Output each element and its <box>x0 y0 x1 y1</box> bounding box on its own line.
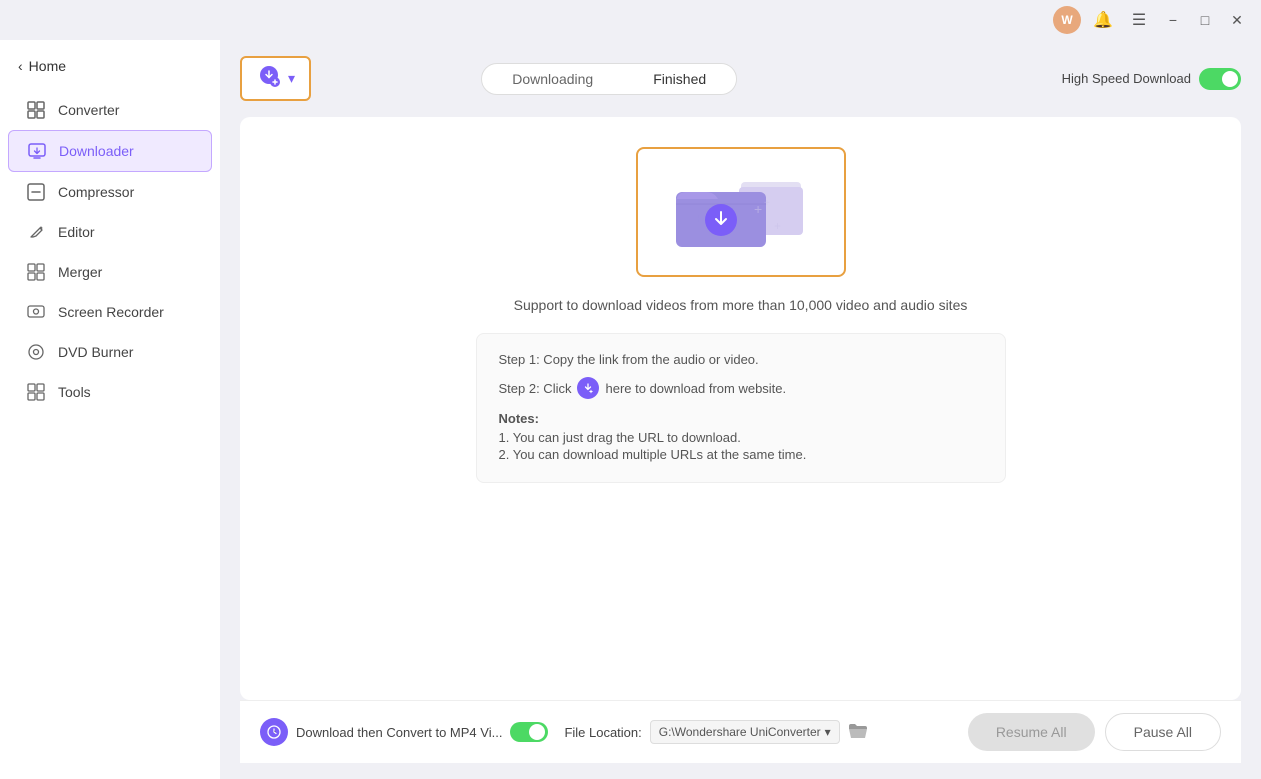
speed-toggle-area: High Speed Download <box>1062 68 1241 90</box>
tools-icon <box>26 382 46 402</box>
note2: 2. You can download multiple URLs at the… <box>499 447 983 462</box>
file-path-chevron: ▾ <box>825 725 831 739</box>
pause-all-button[interactable]: Pause All <box>1105 713 1221 751</box>
menu-icon[interactable]: ☰ <box>1125 6 1153 34</box>
tab-finished[interactable]: Finished <box>623 64 736 94</box>
sidebar-item-dvd-burner[interactable]: DVD Burner <box>8 332 212 372</box>
step1-text: Step 1: Copy the link from the audio or … <box>499 352 759 367</box>
convert-text: Download then Convert to MP4 Vi... <box>296 725 502 740</box>
add-download-button[interactable]: ▾ <box>240 56 311 101</box>
content-card: + + + + Support to download videos from … <box>240 117 1241 700</box>
sidebar: ‹ Home Converter Down <box>0 40 220 779</box>
note1: 1. You can just drag the URL to download… <box>499 430 983 445</box>
close-button[interactable]: ✕ <box>1225 8 1249 32</box>
converter-icon <box>26 100 46 120</box>
sidebar-back-button[interactable]: ‹ Home <box>0 50 220 82</box>
titlebar: W 🔔 ☰ − □ ✕ <box>0 0 1261 40</box>
user-avatar[interactable]: W <box>1053 6 1081 34</box>
tab-downloading[interactable]: Downloading <box>482 64 623 94</box>
add-button-dropdown-arrow: ▾ <box>288 70 295 87</box>
step2-inline-icon <box>577 377 599 399</box>
sidebar-item-tools[interactable]: Tools <box>8 372 212 412</box>
speed-toggle-switch[interactable] <box>1199 68 1241 90</box>
sidebar-item-downloader[interactable]: Downloader <box>8 130 212 172</box>
screen-recorder-icon <box>26 302 46 322</box>
sidebar-item-screen-recorder[interactable]: Screen Recorder <box>8 292 212 332</box>
back-icon: ‹ <box>18 58 23 74</box>
home-label: Home <box>29 58 66 74</box>
bottom-bar: Download then Convert to MP4 Vi... File … <box>240 700 1241 763</box>
file-path-text: G:\Wondershare UniConverter <box>659 725 821 739</box>
sidebar-item-editor[interactable]: Editor <box>8 212 212 252</box>
compressor-label: Compressor <box>58 184 134 200</box>
converter-label: Converter <box>58 102 119 118</box>
convert-clock-icon <box>260 718 288 746</box>
resume-all-button[interactable]: Resume All <box>968 713 1095 751</box>
merger-icon <box>26 262 46 282</box>
convert-option: Download then Convert to MP4 Vi... <box>260 718 548 746</box>
downloader-label: Downloader <box>59 143 134 159</box>
notes-section: Notes: 1. You can just drag the URL to d… <box>499 411 983 462</box>
bell-icon[interactable]: 🔔 <box>1089 6 1117 34</box>
screen-recorder-label: Screen Recorder <box>58 304 164 320</box>
steps-box: Step 1: Copy the link from the audio or … <box>476 333 1006 483</box>
step2-suffix: here to download from website. <box>605 381 786 396</box>
folder-illustration: + + + + <box>636 147 846 277</box>
action-buttons: Resume All Pause All <box>968 713 1221 751</box>
file-location-label: File Location: <box>564 725 641 740</box>
merger-label: Merger <box>58 264 102 280</box>
minimize-button[interactable]: − <box>1161 8 1185 32</box>
file-path-select[interactable]: G:\Wondershare UniConverter ▾ <box>650 720 840 744</box>
dvd-burner-icon <box>26 342 46 362</box>
file-location-area: File Location: G:\Wondershare UniConvert… <box>564 720 867 744</box>
editor-icon <box>26 222 46 242</box>
editor-label: Editor <box>58 224 95 240</box>
support-text: Support to download videos from more tha… <box>514 297 968 313</box>
sidebar-item-compressor[interactable]: Compressor <box>8 172 212 212</box>
tools-label: Tools <box>58 384 91 400</box>
svg-text:+: + <box>764 198 770 209</box>
tab-group: Downloading Finished <box>481 63 737 95</box>
convert-toggle-switch[interactable] <box>510 722 548 742</box>
step1-line: Step 1: Copy the link from the audio or … <box>499 352 983 367</box>
compressor-icon <box>26 182 46 202</box>
app-body: ‹ Home Converter Down <box>0 40 1261 779</box>
main-content: ▾ Downloading Finished High Speed Downlo… <box>220 40 1261 779</box>
sidebar-item-merger[interactable]: Merger <box>8 252 212 292</box>
step2-prefix: Step 2: Click <box>499 381 572 396</box>
toolbar: ▾ Downloading Finished High Speed Downlo… <box>240 56 1241 101</box>
notes-title: Notes: <box>499 411 983 426</box>
svg-text:+: + <box>694 211 703 228</box>
folder-open-icon[interactable] <box>848 722 868 743</box>
step2-line: Step 2: Click here to download from webs… <box>499 377 983 399</box>
sidebar-item-converter[interactable]: Converter <box>8 90 212 130</box>
add-download-icon <box>256 64 282 93</box>
content-inner: + + + + Support to download videos from … <box>456 117 1026 503</box>
downloader-icon <box>27 141 47 161</box>
svg-text:+: + <box>754 201 762 217</box>
dvd-burner-label: DVD Burner <box>58 344 133 360</box>
speed-label: High Speed Download <box>1062 71 1191 86</box>
svg-text:+: + <box>774 219 781 233</box>
maximize-button[interactable]: □ <box>1193 8 1217 32</box>
